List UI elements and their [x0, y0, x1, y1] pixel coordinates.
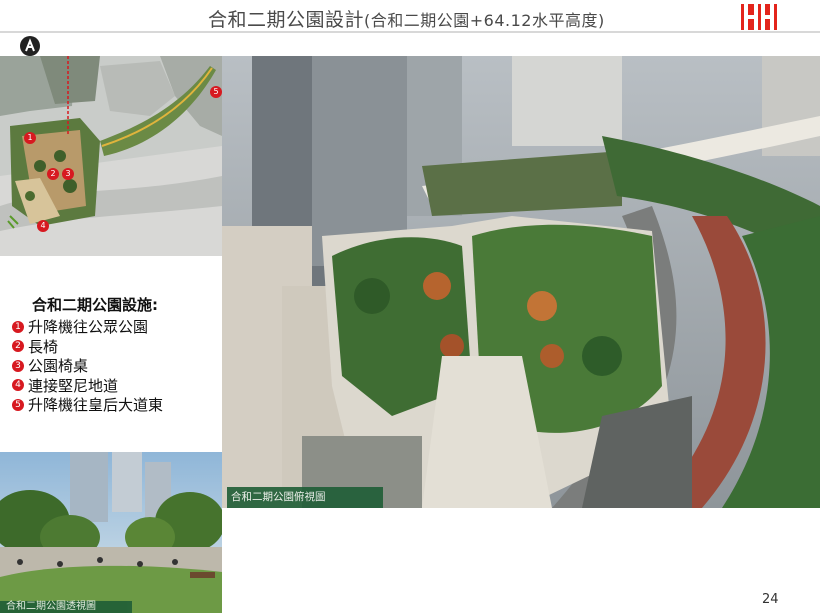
facility-number-badge: 3	[12, 359, 24, 372]
facility-label: 連接堅尼地道	[28, 376, 119, 395]
map-marker-2: 2	[47, 168, 59, 180]
facility-number-badge: 4	[12, 379, 24, 392]
facility-number-badge: 2	[12, 340, 24, 353]
aerial-view-image	[222, 56, 820, 508]
facility-item: 4 連接堅尼地道	[12, 376, 217, 396]
facilities-list: 合和二期公園設施: 1 升降機往公眾公園 2 長椅 3 公園椅桌 4 連接堅尼地…	[12, 294, 217, 415]
facility-item: 3 公園椅桌	[12, 356, 217, 376]
map-marker-3: 3	[62, 168, 74, 180]
map-marker-5: 5	[210, 86, 222, 98]
facility-item: 5 升降機往皇后大道東	[12, 395, 217, 415]
map-marker-1: 1	[24, 132, 36, 144]
facility-label: 公園椅桌	[28, 357, 89, 376]
title-main: 合和二期公園設計	[208, 9, 365, 31]
aerial-view-caption: 合和二期公園俯視圖	[227, 487, 383, 508]
perspective-view-image	[0, 452, 222, 613]
title-subtitle: (合和二期公園+64.12水平高度)	[364, 11, 605, 30]
page-title: 合和二期公園設計(合和二期公園+64.12水平高度)	[208, 5, 605, 32]
site-plan-map: 1 2 3 4 5	[0, 56, 222, 256]
facilities-heading: 合和二期公園設施:	[32, 296, 158, 314]
facility-item: 1 升降機往公眾公園	[12, 317, 217, 337]
map-marker-4: 4	[37, 220, 49, 232]
north-arrow-icon	[20, 36, 40, 56]
facility-number-badge: 5	[12, 398, 24, 411]
facility-item: 2 長椅	[12, 337, 217, 357]
title-divider	[0, 31, 820, 33]
facility-label: 升降機往皇后大道東	[28, 396, 164, 415]
perspective-view-caption: 合和二期公園透視圖	[0, 601, 132, 613]
facility-label: 升降機往公眾公園	[28, 318, 149, 337]
hh-logo-icon	[741, 4, 777, 30]
facility-number-badge: 1	[12, 320, 24, 333]
page-number: 24	[762, 592, 779, 607]
facility-label: 長椅	[28, 337, 59, 356]
header: 合和二期公園設計(合和二期公園+64.12水平高度)	[0, 0, 820, 34]
